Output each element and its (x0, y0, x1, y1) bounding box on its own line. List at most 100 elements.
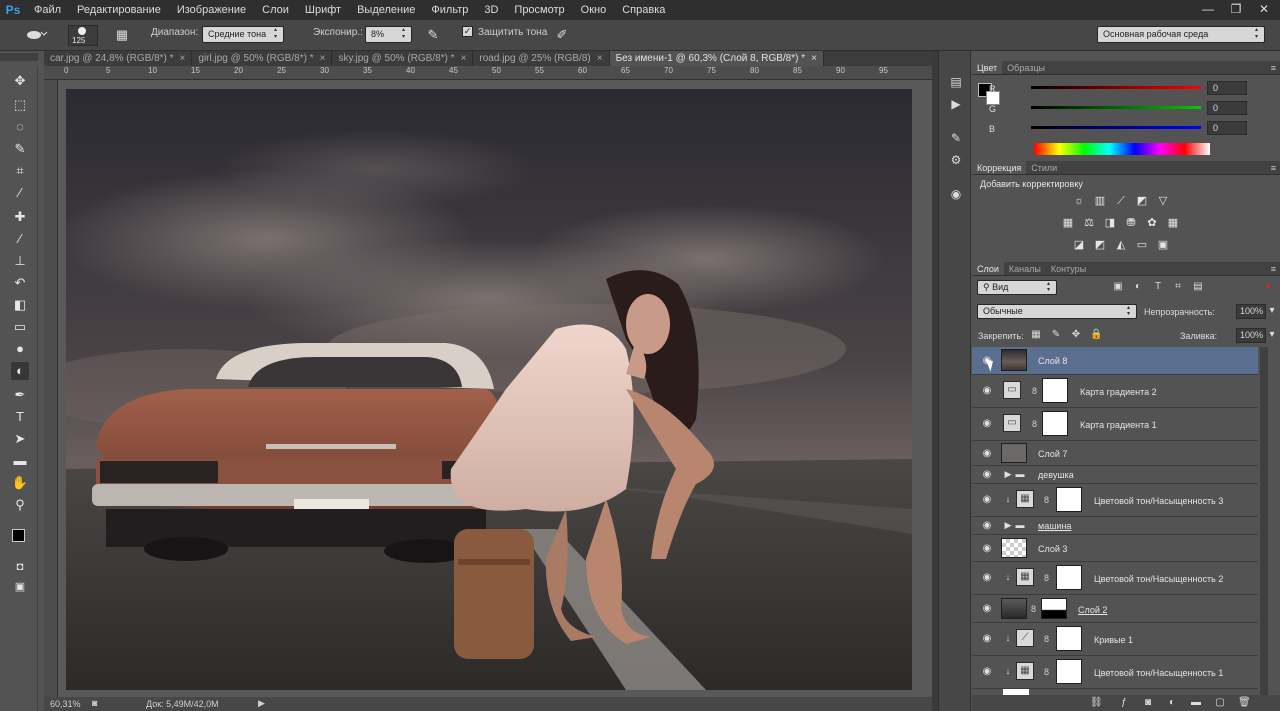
filter-toggle-icon[interactable]: ● (1262, 281, 1274, 293)
layer-mask-thumbnail[interactable] (1056, 659, 1082, 684)
menu-filter[interactable]: Фильтр (423, 0, 476, 20)
history-panel-icon[interactable]: ▤ (947, 73, 965, 91)
status-menu-arrow-icon[interactable]: ▶ (258, 698, 265, 709)
link-icon[interactable]: 8 (1044, 495, 1052, 506)
zoom-tool-icon[interactable]: ⚲ (11, 496, 29, 514)
rectangle-tool-icon[interactable]: ▬ (11, 452, 29, 470)
visibility-eye-icon[interactable]: ◉ (980, 494, 994, 506)
minimize-button[interactable]: — (1198, 1, 1218, 17)
hand-tool-icon[interactable]: ✋ (11, 474, 29, 492)
add-mask-icon[interactable]: ◙ (1142, 697, 1154, 709)
hue-saturation-icon[interactable]: ▦ (1061, 217, 1075, 229)
new-adjustment-icon[interactable]: ◐ (1166, 697, 1178, 709)
layer-name[interactable]: Цветовой тон/Насыщенность 3 (1094, 496, 1223, 506)
tab-girl[interactable]: girl.jpg @ 50% (RGB/8*) * × (192, 51, 333, 66)
g-slider[interactable] (1031, 106, 1201, 109)
clone-source-icon[interactable]: ⚙ (947, 151, 965, 169)
threshold-icon[interactable]: ◭ (1114, 239, 1128, 251)
foreground-color-swatch[interactable] (12, 529, 25, 542)
layer-name[interactable]: Карта градиента 1 (1080, 420, 1157, 430)
canvas-area[interactable] (58, 80, 932, 697)
layer-row[interactable]: ◉ 8 Слой 2 (972, 595, 1258, 623)
visibility-eye-icon[interactable]: ◉ (980, 666, 994, 678)
selective-color-icon[interactable]: ▣ (1156, 239, 1170, 251)
color-balance-icon[interactable]: ⚖ (1082, 217, 1096, 229)
menu-window[interactable]: Окно (573, 0, 615, 20)
tab-channels[interactable]: Каналы (1004, 262, 1046, 275)
visibility-eye-icon[interactable]: ◉ (980, 469, 994, 481)
lock-all-icon[interactable]: 🔒 (1090, 329, 1102, 341)
menu-edit[interactable]: Редактирование (69, 0, 169, 20)
close-tab-icon[interactable]: × (180, 51, 186, 66)
eyedropper-tool-icon[interactable]: ⁄ (11, 184, 29, 202)
lasso-tool-icon[interactable]: ◌ (11, 118, 29, 136)
tab-styles[interactable]: Стили (1026, 161, 1062, 174)
brush-presets-icon[interactable]: ✎ (947, 129, 965, 147)
filter-adjustment-icon[interactable]: ◐ (1132, 281, 1144, 293)
filter-smart-object-icon[interactable]: ▤ (1192, 281, 1204, 293)
zoom-level[interactable]: 60,31% (50, 699, 81, 709)
crop-tool-icon[interactable]: ⌗ (11, 162, 29, 180)
menu-type[interactable]: Шрифт (297, 0, 349, 20)
photo-filter-icon[interactable]: ⛃ (1124, 217, 1138, 229)
levels-icon[interactable]: ▥ (1093, 195, 1107, 207)
invert-icon[interactable]: ◪ (1072, 239, 1086, 251)
opacity-dropdown-icon[interactable]: ▾ (1266, 305, 1278, 317)
gradient-tool-icon[interactable]: ▭ (11, 318, 29, 336)
posterize-icon[interactable]: ◩ (1093, 239, 1107, 251)
visibility-eye-icon[interactable]: ◉ (980, 603, 994, 615)
quick-mask-icon[interactable]: ◘ (11, 558, 29, 576)
layer-mask-thumbnail[interactable] (1056, 565, 1082, 590)
visibility-eye-icon[interactable]: ◉ (980, 448, 994, 460)
healing-brush-tool-icon[interactable]: ✚ (11, 208, 29, 226)
close-tab-icon[interactable]: × (320, 51, 326, 66)
link-icon[interactable]: 8 (1044, 667, 1052, 678)
type-tool-icon[interactable]: T (11, 408, 29, 426)
menu-file[interactable]: Файл (26, 0, 69, 20)
g-value[interactable]: 0 (1207, 101, 1247, 115)
protect-tones-checkbox[interactable]: ✓ (462, 26, 473, 37)
layer-row[interactable]: ◉ ▭ 8 Карта градиента 2 (972, 375, 1258, 408)
close-tab-icon[interactable]: × (461, 51, 467, 66)
visibility-eye-icon[interactable]: ◉ (980, 543, 994, 555)
link-icon[interactable]: 8 (1032, 386, 1040, 397)
black-white-icon[interactable]: ◨ (1103, 217, 1117, 229)
close-tab-icon[interactable]: × (811, 51, 817, 66)
actions-panel-icon[interactable]: ▶ (947, 95, 965, 113)
exposure-select[interactable]: 8% (365, 26, 412, 43)
filter-image-icon[interactable]: ▣ (1112, 281, 1124, 293)
close-window-button[interactable]: ✕ (1254, 1, 1274, 17)
dodge-tool-preset-icon[interactable] (24, 26, 50, 44)
r-value[interactable]: 0 (1207, 81, 1247, 95)
lock-transparency-icon[interactable]: ▦ (1030, 329, 1042, 341)
tab-road[interactable]: road.jpg @ 25% (RGB/8) × (473, 51, 610, 66)
tab-untitled-1[interactable]: Без имени-1 @ 60,3% (Слой 8, RGB/8*) * × (609, 51, 824, 66)
brush-size-picker[interactable]: 125 (68, 25, 98, 46)
visibility-eye-icon[interactable]: ◉ (980, 572, 994, 584)
status-info-icon[interactable]: ◙ (92, 698, 97, 708)
vibrance-icon[interactable]: ▽ (1156, 195, 1170, 207)
layer-row[interactable]: ◉ Слой 8 (972, 347, 1258, 375)
document-canvas[interactable] (66, 89, 912, 690)
layer-mask-thumbnail[interactable] (1041, 598, 1067, 619)
close-tab-icon[interactable]: × (597, 51, 603, 66)
horizontal-ruler[interactable]: 0 5 10 15 20 25 30 35 40 45 50 55 60 65 … (44, 66, 932, 80)
lock-image-icon[interactable]: ✎ (1050, 329, 1062, 341)
layer-mask-thumbnail[interactable] (1042, 378, 1068, 403)
visibility-eye-icon[interactable]: ◉ (980, 418, 994, 430)
layer-name[interactable]: Цветовой тон/Насыщенность 2 (1094, 574, 1223, 584)
visibility-eye-icon[interactable]: ◉ (980, 633, 994, 645)
blend-mode-select[interactable]: Обычные (977, 304, 1137, 319)
visibility-eye-icon[interactable]: ◉ (980, 520, 994, 532)
tab-sky[interactable]: sky.jpg @ 50% (RGB/8*) * × (332, 51, 474, 66)
menu-select[interactable]: Выделение (349, 0, 423, 20)
layer-mask-thumbnail[interactable] (1056, 487, 1082, 512)
filter-shape-icon[interactable]: ⌗ (1172, 281, 1184, 293)
link-icon[interactable]: 8 (1031, 604, 1039, 615)
layer-name[interactable]: Карта градиента 2 (1080, 387, 1157, 397)
blur-tool-icon[interactable]: ● (11, 340, 29, 358)
layer-row[interactable]: ◉ Слой 7 (972, 441, 1258, 466)
link-icon[interactable]: 8 (1032, 419, 1040, 430)
marquee-tool-icon[interactable]: ⬚ (11, 96, 29, 114)
menu-3d[interactable]: 3D (476, 0, 506, 20)
